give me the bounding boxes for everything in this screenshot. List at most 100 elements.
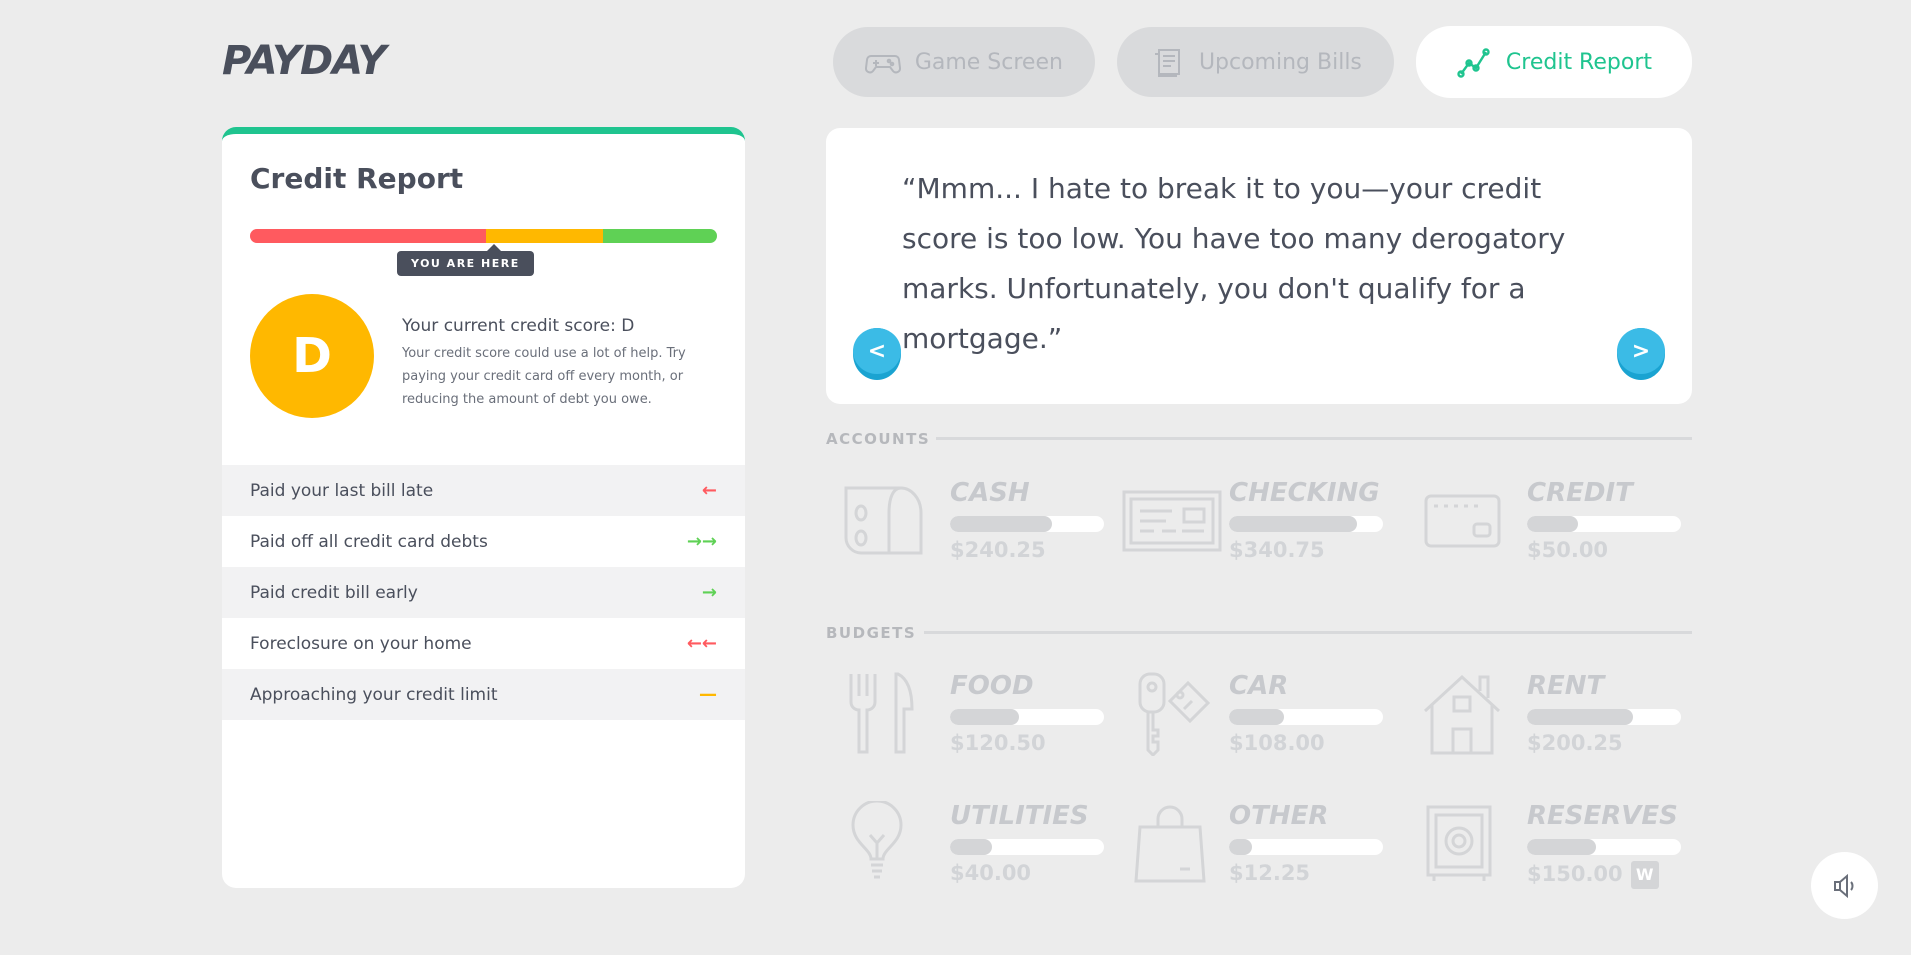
credit-grade-badge: D [250,294,374,418]
factor-indicator: — [699,684,717,705]
account-amount: $240.25 [950,538,1046,562]
budget-car[interactable]: CAR $108.00 [1122,671,1402,761]
panel-title: Credit Report [250,162,464,195]
credit-factors-list: Paid your last bill late ← Paid off all … [222,465,745,720]
progress-bar [1527,709,1681,725]
score-heading: Your current credit score: D [402,316,635,336]
budget-name: FOOD [950,671,1034,701]
sound-toggle-button[interactable] [1811,852,1878,919]
progress-fill [1527,709,1634,725]
budget-reserves[interactable]: RESERVES $150.00 W [1420,801,1700,891]
safe-icon [1426,805,1492,881]
account-name: CREDIT [1527,478,1633,508]
next-button[interactable]: > [1617,328,1665,380]
budget-name: CAR [1229,671,1289,701]
gamepad-icon [864,55,901,74]
progress-bar [1527,839,1681,855]
score-summary: Your current credit score: D Your credit… [402,316,722,411]
check-icon [1122,490,1222,552]
account-credit[interactable]: CREDIT $50.00 [1420,478,1700,568]
cash-icon [844,486,923,555]
list-item: Paid credit bill early → [222,567,745,618]
score-bar-segment [602,229,717,243]
progress-fill [1229,839,1253,855]
factor-indicator: ←← [686,633,717,654]
factor-label: Paid off all credit card debts [250,531,488,552]
budget-amount: $108.00 [1229,731,1325,755]
budget-name: RENT [1527,671,1605,701]
house-icon [1423,674,1501,755]
account-name: CHECKING [1229,478,1380,508]
list-item: Approaching your credit limit — [222,669,745,720]
dialog-message: “Mmm... I hate to break it to you—your c… [902,172,1566,355]
factor-label: Foreclosure on your home [250,633,472,654]
factor-indicator: ← [701,480,717,501]
tab-credit-report[interactable]: Credit Report [1415,26,1692,98]
factor-indicator: → [701,582,717,603]
chevron-left-icon: < [853,328,901,374]
divider [936,437,1692,440]
factor-indicator: →→ [686,531,717,552]
top-nav: Game Screen Upcoming Bills Credit Report [832,26,1692,98]
divider [924,631,1692,634]
withdraw-badge[interactable]: W [1630,861,1659,889]
factor-label: Approaching your credit limit [250,684,498,705]
budget-amount: $120.50 [950,731,1046,755]
fork-knife-icon [849,672,914,754]
budget-name: RESERVES [1527,801,1678,831]
you-are-here-marker: YOU ARE HERE [397,244,534,276]
credit-card-icon [1424,494,1501,548]
budget-other[interactable]: OTHER $12.25 [1122,801,1402,891]
list-item: Paid off all credit card debts →→ [222,516,745,567]
budget-rent[interactable]: RENT $200.25 [1420,671,1700,761]
trend-line-icon [1457,48,1490,78]
budget-name: UTILITIES [950,801,1089,831]
tab-label: Upcoming Bills [1198,49,1362,75]
list-item: Paid your last bill late ← [222,465,745,516]
list-item: Foreclosure on your home ←← [222,618,745,669]
progress-fill [950,709,1020,725]
app-logo: PAYDAY [222,38,387,84]
budget-utilities[interactable]: UTILITIES $40.00 [843,801,1123,891]
progress-fill [950,839,992,855]
progress-bar [950,516,1104,532]
credit-report-panel: Credit Report YOU ARE HERE D Your curren… [222,127,745,888]
account-name: CASH [950,478,1030,508]
progress-bar [1527,516,1681,532]
bills-icon [1154,49,1180,77]
chevron-right-icon: > [1617,328,1665,374]
progress-bar [950,709,1104,725]
account-amount: $340.75 [1229,538,1325,562]
account-checking[interactable]: CHECKING $340.75 [1122,478,1402,568]
tab-upcoming-bills[interactable]: Upcoming Bills [1116,27,1394,97]
progress-bar [1229,709,1383,725]
budget-amount: $40.00 [950,861,1032,885]
progress-fill [1527,516,1578,532]
speaker-icon [1833,873,1853,898]
progress-fill [1229,516,1357,532]
budget-amount: $200.25 [1527,731,1623,755]
tab-label: Credit Report [1505,49,1652,75]
budget-amount: $12.25 [1229,861,1311,885]
account-cash[interactable]: CASH $240.25 [843,478,1123,568]
budgets-heading: BUDGETS [826,624,917,642]
credit-score-bar [250,229,717,243]
score-bar-segment [485,229,603,243]
advisor-dialog: “Mmm... I hate to break it to you—your c… [826,128,1692,404]
account-amount: $50.00 [1527,538,1609,562]
accounts-heading: ACCOUNTS [826,430,931,448]
progress-bar [1229,516,1383,532]
progress-fill [1229,709,1285,725]
lightbulb-icon [851,801,903,879]
car-key-icon [1138,672,1211,756]
factor-label: Paid credit bill early [250,582,418,603]
progress-bar [950,839,1104,855]
progress-bar [1229,839,1383,855]
progress-fill [950,516,1052,532]
previous-button[interactable]: < [853,328,901,380]
budget-food[interactable]: FOOD $120.50 [843,671,1123,761]
shopping-bag-icon [1134,805,1206,883]
tab-game-screen[interactable]: Game Screen [832,27,1095,97]
budget-amount: $150.00 W [1527,861,1659,889]
score-bar-segment [250,229,486,243]
